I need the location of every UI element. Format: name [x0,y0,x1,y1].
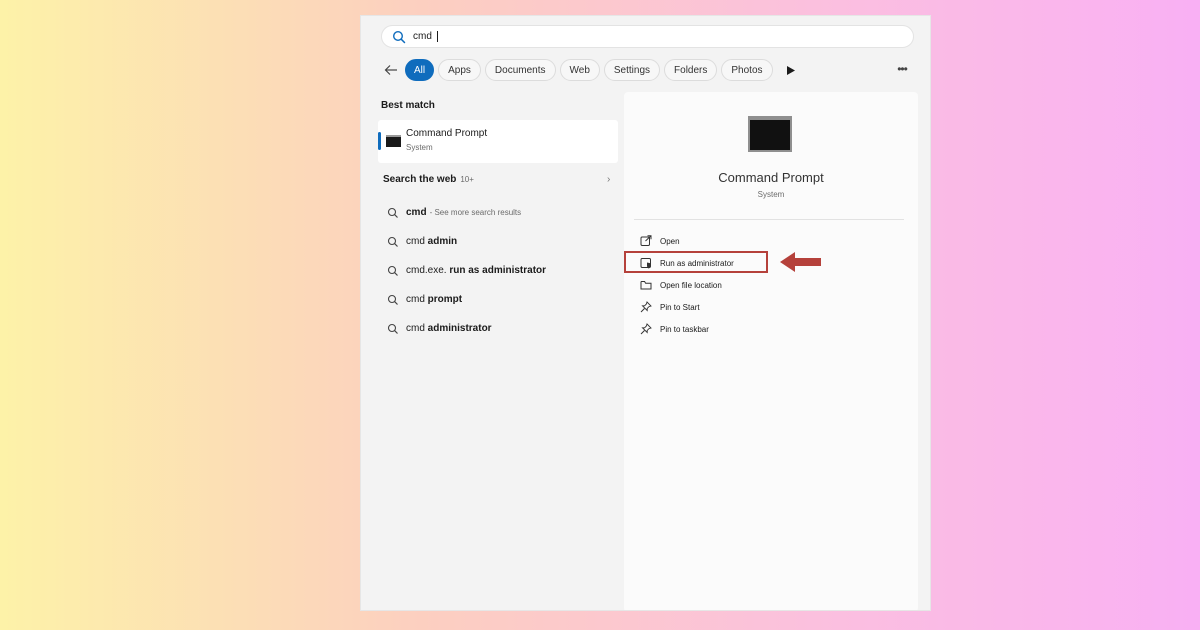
pin-icon [640,301,652,313]
action-label: Pin to taskbar [660,324,709,334]
action-label: Open [660,236,680,246]
web-results-list: cmd - See more search results cmd admin c… [387,198,617,343]
run-as-admin-highlight-box [624,251,768,273]
action-label: Pin to Start [660,302,700,312]
more-filters-play-icon[interactable] [783,62,799,78]
action-open[interactable]: Open [640,230,910,252]
tab-settings[interactable]: Settings [603,59,661,81]
web-result-bold: run as administrator [449,265,547,276]
web-result-item[interactable]: cmd administrator [387,314,617,343]
detail-subtitle: System [757,190,785,199]
web-result-bold: prompt [427,294,463,305]
web-result-prefix: cmd [406,236,428,247]
search-input[interactable] [413,31,893,42]
search-icon [387,207,399,219]
detail-title: Command Prompt [718,170,824,185]
command-prompt-icon [386,135,401,147]
best-match-heading: Best match [381,100,435,111]
web-result-prefix: cmd [406,294,428,305]
filter-tabs: All Apps Documents Web Settings Folders … [381,58,916,82]
tab-folders[interactable]: Folders [664,59,718,81]
action-list: Open Run as administrator Open file loca… [640,230,910,340]
text-caret [437,31,438,42]
search-box[interactable] [381,25,914,48]
best-match-subtitle: System [406,143,433,152]
pin-icon [640,323,652,335]
action-pin-to-start[interactable]: Pin to Start [640,296,910,318]
folder-icon [640,279,652,291]
divider [634,219,904,220]
open-external-icon [640,235,652,247]
web-result-bold: admin [427,236,458,247]
tab-photos[interactable]: Photos [721,59,773,81]
action-label: Open file location [660,280,722,290]
search-web-count: 10+ [460,175,474,184]
pointer-arrow-icon [780,252,821,272]
action-pin-to-taskbar[interactable]: Pin to taskbar [640,318,910,340]
web-result-prefix: cmd [406,323,428,334]
search-icon [387,323,399,335]
search-web-heading[interactable]: Search the web 10+ [383,174,474,185]
search-icon [387,236,399,248]
search-icon [387,294,399,306]
selection-indicator [378,132,381,150]
tab-web[interactable]: Web [559,59,600,81]
start-search-panel: All Apps Documents Web Settings Folders … [360,15,931,611]
command-prompt-icon [748,116,792,152]
tab-documents[interactable]: Documents [484,59,556,81]
result-detail-pane: Command Prompt System Open Run as admini… [624,92,918,610]
more-options-icon[interactable]: ••• [894,62,910,78]
best-match-result[interactable]: Command Prompt System [378,120,618,163]
tab-all[interactable]: All [405,59,435,81]
web-result-hint: - See more search results [429,208,522,217]
search-icon [392,30,406,44]
web-result-bold: administrator [427,323,492,334]
web-result-prefix: cmd.exe. [406,265,450,276]
web-result-item[interactable]: cmd.exe. run as administrator [387,256,617,285]
search-icon [387,265,399,277]
action-open-file-location[interactable]: Open file location [640,274,910,296]
tab-apps[interactable]: Apps [438,59,481,81]
web-result-item[interactable]: cmd admin [387,227,617,256]
web-result-item[interactable]: cmd prompt [387,285,617,314]
web-result-item[interactable]: cmd - See more search results [387,198,617,227]
web-result-bold: cmd [406,207,427,218]
search-web-label: Search the web [383,174,457,185]
back-arrow-icon[interactable] [381,60,401,80]
best-match-title: Command Prompt [406,128,488,139]
chevron-right-icon[interactable]: › [607,174,610,185]
